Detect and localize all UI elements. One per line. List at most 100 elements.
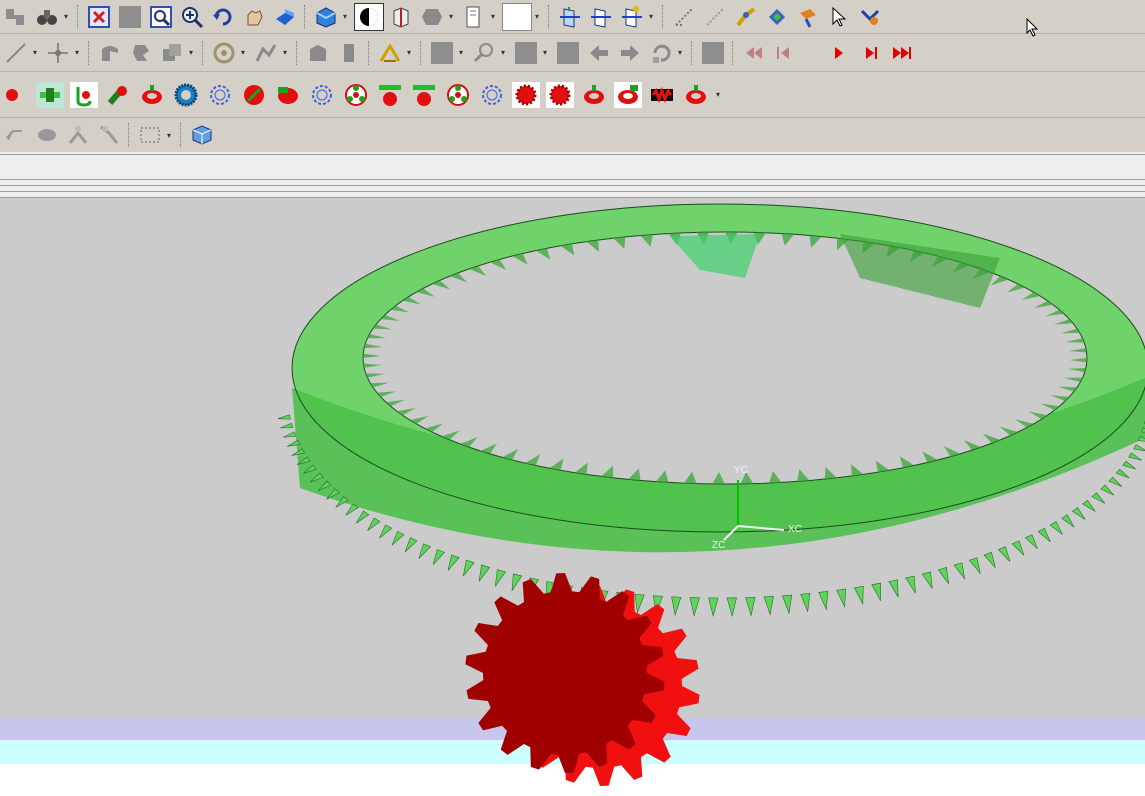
worm-gear-icon[interactable] (70, 81, 98, 108)
blank-box-icon[interactable] (502, 2, 532, 31)
skip-last-icon[interactable] (887, 40, 915, 66)
csys-plane-icon[interactable] (587, 4, 615, 30)
part-nav-icon[interactable] (2, 4, 30, 30)
axis-label-zc: ZC (712, 540, 725, 551)
snap-b-icon[interactable] (701, 4, 729, 30)
ring-gear-b-icon[interactable] (580, 82, 608, 108)
gray-box-b-icon[interactable] (554, 40, 582, 66)
ring-gear-c-icon[interactable] (614, 81, 642, 108)
arrow-left-icon[interactable] (585, 40, 613, 66)
hex-view-icon[interactable] (418, 4, 446, 30)
chevron-down-icon[interactable]: ▾ (241, 48, 249, 57)
planet-gear-b-icon[interactable] (444, 82, 472, 108)
chevron-down-icon[interactable]: ▾ (491, 12, 499, 21)
step-forward-icon[interactable] (856, 40, 884, 66)
ring-gear-d-icon[interactable] (682, 82, 710, 108)
box-view-icon[interactable] (387, 4, 415, 30)
skip-first-icon[interactable] (740, 40, 768, 66)
chevron-down-icon[interactable]: ▾ (75, 48, 83, 57)
ring-gear[interactable] (277, 203, 1145, 618)
blend-icon[interactable] (127, 40, 155, 66)
chevron-down-icon[interactable]: ▾ (283, 48, 291, 57)
tool-c-icon[interactable] (794, 4, 822, 30)
step-back-icon[interactable] (771, 40, 799, 66)
render-style-icon[interactable] (312, 4, 340, 30)
joint-icon[interactable] (252, 40, 280, 66)
rack-gear-b-icon[interactable] (410, 82, 438, 108)
search-icon[interactable] (470, 40, 498, 66)
gear-outline-b-icon[interactable] (308, 82, 336, 108)
transform-icon[interactable] (64, 122, 92, 148)
gray-box-a-icon[interactable] (512, 40, 540, 66)
transform-b-icon[interactable] (95, 122, 123, 148)
gear-tool-1-icon[interactable] (2, 82, 30, 108)
chevron-down-icon[interactable]: ▾ (33, 48, 41, 57)
tool-b-icon[interactable] (763, 4, 791, 30)
zoom-window-icon[interactable] (147, 4, 175, 30)
gear-mesh-icon[interactable] (648, 82, 676, 108)
copy-icon[interactable] (158, 40, 186, 66)
toolbar-view: ▾ ▾ ▾ ▾ ▾ ▾ (0, 0, 1145, 34)
pan-icon[interactable] (240, 4, 268, 30)
binoculars-icon[interactable] (33, 4, 61, 30)
gear-outline-c-icon[interactable] (478, 82, 506, 108)
drawing-sheet-icon[interactable] (460, 4, 488, 30)
wcs-toggle-icon[interactable] (354, 2, 384, 31)
chevron-down-icon[interactable]: ▾ (449, 12, 457, 21)
chevron-down-icon[interactable]: ▾ (343, 12, 351, 21)
shaded-view-icon[interactable] (271, 4, 299, 30)
zoom-in-icon[interactable] (178, 4, 206, 30)
separator (88, 40, 91, 65)
status-band-2 (0, 740, 1145, 764)
play-icon[interactable] (825, 40, 853, 66)
chevron-down-icon[interactable]: ▾ (716, 90, 724, 99)
bevel-gear-icon[interactable] (274, 82, 302, 108)
rotate-icon[interactable] (209, 4, 237, 30)
helical-gear-icon[interactable] (240, 82, 268, 108)
sweep-icon[interactable] (96, 40, 124, 66)
chevron-down-icon[interactable]: ▾ (535, 12, 543, 21)
rack-gear-icon[interactable] (376, 82, 404, 108)
planet-gear-icon[interactable] (342, 82, 370, 108)
chevron-down-icon[interactable]: ▾ (459, 48, 467, 57)
red-gear-a-icon[interactable] (512, 81, 540, 108)
red-gear-b-icon[interactable] (546, 81, 574, 108)
snap-a-icon[interactable] (670, 4, 698, 30)
datum-plane-icon[interactable] (556, 4, 584, 30)
cube-icon[interactable] (188, 122, 216, 148)
spur-blue-icon[interactable] (172, 82, 200, 108)
chevron-down-icon[interactable]: ▾ (189, 48, 197, 57)
sketch-face-icon[interactable] (304, 40, 332, 66)
chevron-down-icon[interactable]: ▾ (649, 12, 657, 21)
selection-box-icon[interactable] (136, 122, 164, 148)
point-icon[interactable] (44, 40, 72, 66)
spur-outline-icon[interactable] (206, 82, 234, 108)
undo-icon[interactable] (2, 122, 30, 148)
chevron-down-icon[interactable]: ▾ (543, 48, 551, 57)
tool-d-icon[interactable] (856, 4, 884, 30)
sheet-icon[interactable] (335, 40, 363, 66)
tool-a-icon[interactable] (732, 4, 760, 30)
chevron-down-icon[interactable]: ▾ (167, 131, 175, 140)
chevron-down-icon[interactable]: ▾ (678, 48, 686, 57)
chevron-down-icon[interactable]: ▾ (501, 48, 509, 57)
shaft-gear-icon[interactable] (36, 81, 64, 108)
gray-square-icon[interactable] (116, 4, 144, 30)
graphics-viewport[interactable]: YC XC ZC (0, 198, 1145, 718)
arc-icon[interactable] (376, 40, 404, 66)
chevron-down-icon[interactable]: ▾ (407, 48, 415, 57)
chevron-down-icon[interactable]: ▾ (64, 12, 72, 21)
arrow-right-icon[interactable] (616, 40, 644, 66)
pattern-icon[interactable] (210, 40, 238, 66)
gray-box-c-icon[interactable] (699, 40, 727, 66)
cylinder-gear-icon[interactable] (104, 82, 132, 108)
line-icon[interactable] (2, 40, 30, 66)
face-box-icon[interactable] (428, 40, 456, 66)
select-arrow-icon[interactable] (825, 4, 853, 30)
ring-gear-icon[interactable] (138, 82, 166, 108)
blob-icon[interactable] (33, 122, 61, 148)
axis-label-xc: XC (788, 524, 802, 535)
fit-view-icon[interactable] (85, 4, 113, 30)
csys-dynamic-icon[interactable] (618, 4, 646, 30)
rotate-ccw-icon[interactable] (647, 40, 675, 66)
